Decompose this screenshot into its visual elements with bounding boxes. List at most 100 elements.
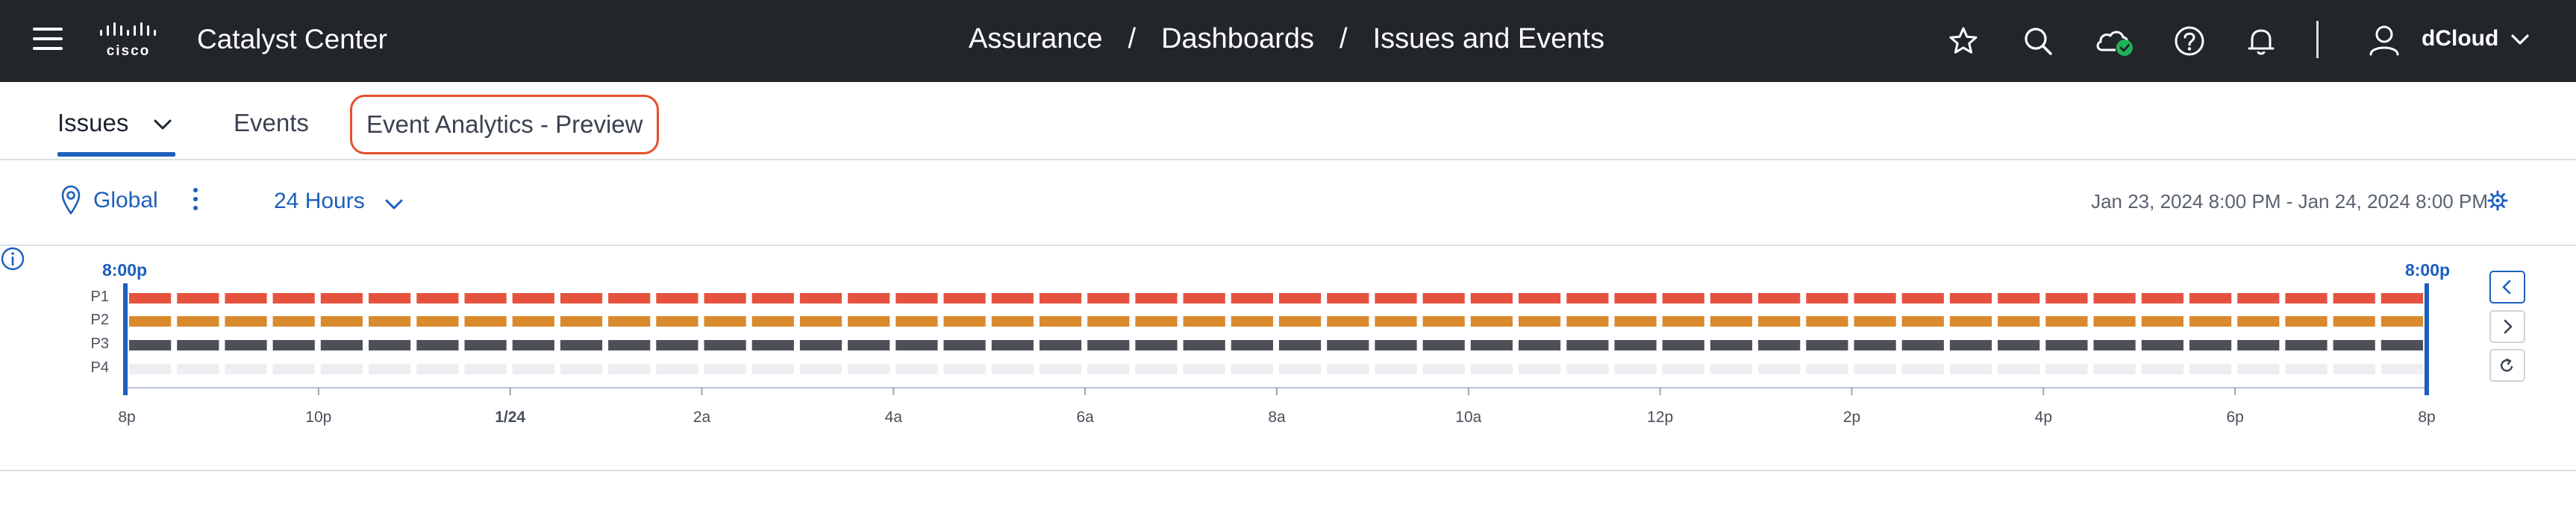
issue-segment-p4[interactable] <box>225 364 267 374</box>
issue-segment-p1[interactable] <box>512 293 554 303</box>
issue-segment-p2[interactable] <box>799 316 842 327</box>
tab-events[interactable]: Events <box>234 109 309 137</box>
issue-segment-p4[interactable] <box>129 364 172 374</box>
issue-segment-p4[interactable] <box>1135 364 1178 374</box>
issue-segment-p2[interactable] <box>512 316 554 327</box>
issue-segment-p3[interactable] <box>1087 340 1130 350</box>
issue-segment-p1[interactable] <box>1998 293 2040 303</box>
issue-segment-p3[interactable] <box>416 340 459 350</box>
timeline-next-button[interactable] <box>2489 310 2525 343</box>
chevron-down-icon[interactable] <box>2509 31 2531 48</box>
issue-segment-p2[interactable] <box>177 316 219 327</box>
user-icon[interactable] <box>2367 23 2401 57</box>
issue-segment-p2[interactable] <box>1806 316 1848 327</box>
help-icon[interactable] <box>2173 25 2206 57</box>
issue-segment-p2[interactable] <box>1519 316 1561 327</box>
issue-segment-p3[interactable] <box>1901 340 1944 350</box>
issue-segment-p3[interactable] <box>512 340 554 350</box>
timeline-chart[interactable]: P1 P2 P3 P4 8p 10p 1/24 2a 4a 6a 8a 10a 12p 2p 4p 6p 8p 8… <box>0 246 2477 470</box>
issue-segment-p4[interactable] <box>369 364 411 374</box>
issue-segment-p4[interactable] <box>1279 364 1322 374</box>
issue-segment-p1[interactable] <box>1087 293 1130 303</box>
issue-segment-p1[interactable] <box>2380 293 2423 303</box>
issue-segment-p3[interactable] <box>608 340 651 350</box>
issue-segment-p2[interactable] <box>2237 316 2280 327</box>
issue-segment-p3[interactable] <box>1662 340 1704 350</box>
issue-segment-p4[interactable] <box>1614 364 1657 374</box>
issue-segment-p3[interactable] <box>1949 340 1992 350</box>
issue-segment-p4[interactable] <box>320 364 363 374</box>
issue-segment-p1[interactable] <box>2093 293 2136 303</box>
issue-segment-p2[interactable] <box>704 316 746 327</box>
issue-segment-p4[interactable] <box>177 364 219 374</box>
issue-segment-p3[interactable] <box>2333 340 2375 350</box>
more-options-icon[interactable] <box>191 188 200 215</box>
issue-segment-p2[interactable] <box>751 316 794 327</box>
issue-segment-p4[interactable] <box>2189 364 2232 374</box>
issue-segment-p1[interactable] <box>1375 293 1417 303</box>
issue-segment-p3[interactable] <box>1422 340 1465 350</box>
site-selector[interactable]: Global <box>93 188 158 213</box>
issue-segment-p1[interactable] <box>1135 293 1178 303</box>
issue-segment-p4[interactable] <box>608 364 651 374</box>
issue-segment-p2[interactable] <box>1183 316 1225 327</box>
issue-segment-p2[interactable] <box>129 316 172 327</box>
cloud-status-icon[interactable] <box>2095 25 2136 57</box>
issue-segment-p3[interactable] <box>656 340 698 350</box>
issue-segment-p4[interactable] <box>1470 364 1513 374</box>
issue-segment-p1[interactable] <box>464 293 507 303</box>
issue-segment-p3[interactable] <box>2237 340 2280 350</box>
issue-segment-p4[interactable] <box>2093 364 2136 374</box>
issue-segment-p3[interactable] <box>1375 340 1417 350</box>
issue-segment-p3[interactable] <box>1279 340 1322 350</box>
menu-icon[interactable] <box>33 28 63 53</box>
issue-segment-p2[interactable] <box>1758 316 1801 327</box>
issue-segment-p1[interactable] <box>2333 293 2375 303</box>
issue-segment-p4[interactable] <box>1087 364 1130 374</box>
issue-segment-p4[interactable] <box>2380 364 2423 374</box>
issue-segment-p3[interactable] <box>1470 340 1513 350</box>
issue-segment-p2[interactable] <box>560 316 603 327</box>
issue-segment-p4[interactable] <box>1710 364 1753 374</box>
issue-segment-p1[interactable] <box>2045 293 2088 303</box>
issue-segment-p2[interactable] <box>1087 316 1130 327</box>
issue-segment-p2[interactable] <box>1854 316 1896 327</box>
issue-segment-p2[interactable] <box>1998 316 2040 327</box>
issue-segment-p4[interactable] <box>2285 364 2328 374</box>
issue-segment-p1[interactable] <box>177 293 219 303</box>
issue-segment-p2[interactable] <box>225 316 267 327</box>
issue-segment-p1[interactable] <box>1710 293 1753 303</box>
issue-segment-p3[interactable] <box>2285 340 2328 350</box>
issue-segment-p1[interactable] <box>2141 293 2183 303</box>
issue-segment-p3[interactable] <box>1854 340 1896 350</box>
issue-segment-p1[interactable] <box>1758 293 1801 303</box>
issue-segment-p3[interactable] <box>751 340 794 350</box>
issue-segment-p2[interactable] <box>1901 316 1944 327</box>
issue-segment-p2[interactable] <box>416 316 459 327</box>
issue-segment-p2[interactable] <box>848 316 890 327</box>
location-pin-icon[interactable] <box>60 184 82 216</box>
gear-icon[interactable] <box>2487 190 2508 211</box>
issue-segment-p2[interactable] <box>464 316 507 327</box>
issue-segment-p3[interactable] <box>1135 340 1178 350</box>
issue-segment-p1[interactable] <box>369 293 411 303</box>
issue-segment-p4[interactable] <box>1566 364 1609 374</box>
issue-segment-p2[interactable] <box>2045 316 2088 327</box>
issue-segment-p1[interactable] <box>2189 293 2232 303</box>
issue-segment-p4[interactable] <box>895 364 938 374</box>
issue-segment-p4[interactable] <box>1183 364 1225 374</box>
issue-segment-p1[interactable] <box>1231 293 1273 303</box>
issue-segment-p1[interactable] <box>1949 293 1992 303</box>
issue-segment-p4[interactable] <box>1519 364 1561 374</box>
timeline-prev-button[interactable] <box>2489 271 2525 303</box>
issue-segment-p1[interactable] <box>1901 293 1944 303</box>
issue-segment-p2[interactable] <box>1422 316 1465 327</box>
issue-segment-p3[interactable] <box>1231 340 1273 350</box>
issue-segment-p4[interactable] <box>1806 364 1848 374</box>
issue-segment-p1[interactable] <box>560 293 603 303</box>
issue-segment-p2[interactable] <box>991 316 1034 327</box>
issue-segment-p2[interactable] <box>2380 316 2423 327</box>
issue-segment-p2[interactable] <box>608 316 651 327</box>
issue-segment-p1[interactable] <box>1040 293 1082 303</box>
issue-segment-p4[interactable] <box>512 364 554 374</box>
